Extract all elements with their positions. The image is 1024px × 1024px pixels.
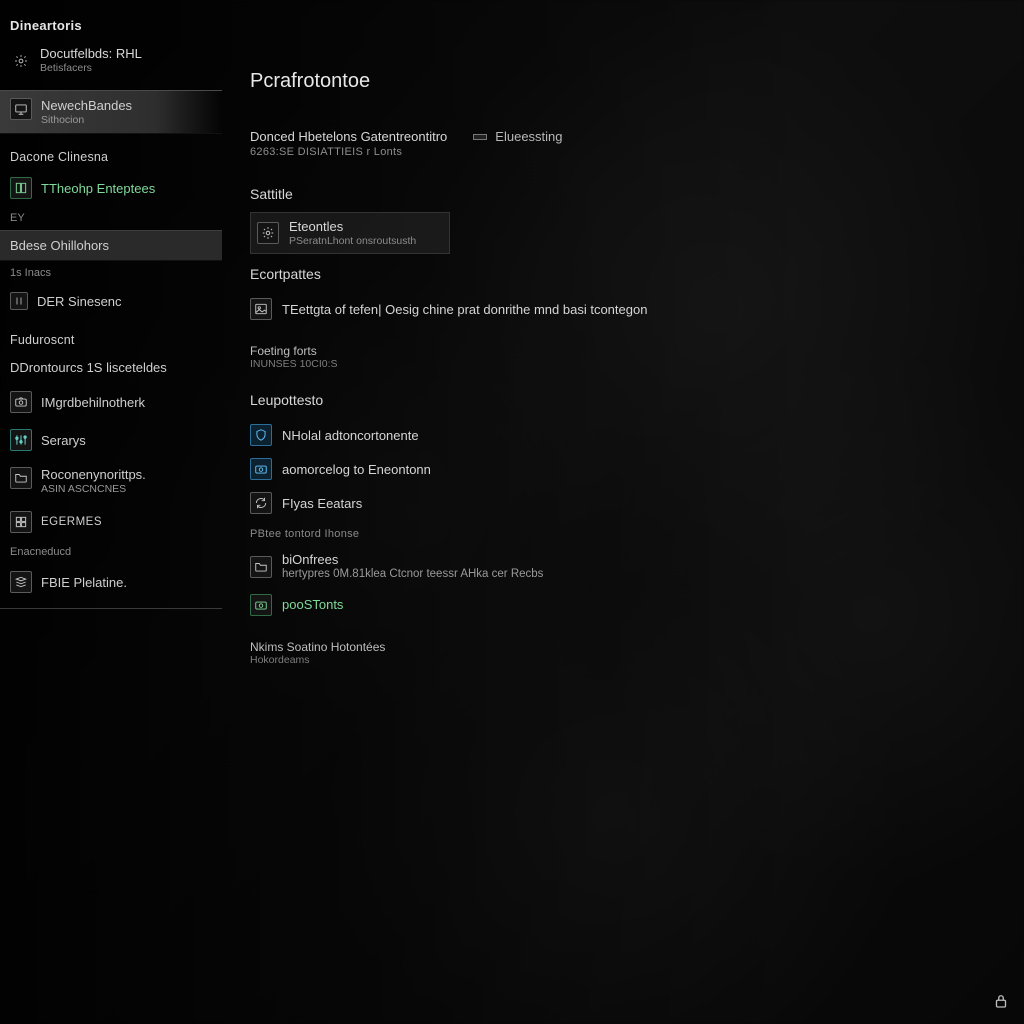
- tile-label: Eteontles: [289, 219, 416, 235]
- sidebar-item-fbie[interactable]: FBIE Plelatine.: [0, 564, 222, 600]
- sliders-icon: [10, 429, 32, 451]
- section-foetingforts: Foeting forts: [250, 344, 984, 358]
- profile-name: Docutfelbds: RHL: [40, 47, 142, 62]
- sidebar-item-label: Serarys: [41, 433, 86, 448]
- camera-icon: [250, 458, 272, 480]
- sidebar-minor-ey: EY: [0, 208, 222, 228]
- sidebar-item-active[interactable]: NewechBandes Sithocion: [0, 90, 222, 134]
- link-ecort[interactable]: TEettgta of tefen| Oesig chine prat donr…: [250, 292, 984, 326]
- folder-line[interactable]: biOnfrees hertypres 0M.81klea Ctcnor tee…: [250, 546, 984, 587]
- sidebar-item-label: TTheohp Enteptees: [41, 181, 155, 196]
- stack-icon: [10, 571, 32, 593]
- link-label: aomorcelog to Eneontonn: [282, 462, 431, 477]
- sidebar-item-sub: ASIN ASCNCNES: [41, 483, 146, 496]
- section-ecortpattes: Ecortpattes: [250, 266, 984, 282]
- camera-icon: [250, 594, 272, 616]
- hero-sub: 6263:SE DISIATTIEIS r Lonts: [250, 146, 447, 158]
- folder-icon: [250, 556, 272, 578]
- profile-sub: Betisfacers: [40, 62, 142, 74]
- link-poostonts[interactable]: pooSTonts: [250, 588, 984, 622]
- display-icon: [10, 98, 32, 120]
- app-title: Dineartoris: [0, 8, 222, 39]
- sidebar-divider: [0, 608, 222, 609]
- section-nkims: Nkims Soatino Hotontées: [250, 640, 984, 654]
- folder-icon: [10, 467, 32, 489]
- sidebar-item-der[interactable]: DER Sinesenc: [0, 285, 222, 317]
- folder-sub: hertypres 0M.81klea Ctcnor teessr AHka c…: [282, 568, 543, 582]
- grid-icon: [10, 511, 32, 533]
- main-content: Pcrafrotontoe Donced Hbetelons Gatentreo…: [222, 0, 1024, 1024]
- sidebar-item-dontout[interactable]: DDrontourcs 1S lisceteldes: [0, 353, 222, 382]
- slider-label: Elueessting: [495, 129, 562, 144]
- sidebar-minor-enacned: Enacneducd: [0, 542, 222, 562]
- link-label: TEettgta of tefen| Oesig chine prat donr…: [282, 302, 647, 317]
- camera-icon: [10, 391, 32, 413]
- gear-icon: [10, 50, 32, 72]
- hero-title: Donced Hbetelons Gatentreontitro: [250, 129, 447, 144]
- sidebar-item-bdese[interactable]: Bdese Ohillohors: [0, 230, 222, 261]
- section-leupottesto: Leupottesto: [250, 392, 984, 408]
- tile-sub: PSeratnLhont onsroutsusth: [289, 235, 416, 248]
- sidebar-section-dacone: Dacone Clinesna: [0, 136, 222, 168]
- book-icon: [10, 177, 32, 199]
- tile-etontles[interactable]: Eteontles PSeratnLhont onsroutsusth: [250, 212, 450, 254]
- sidebar-minor-inacs: 1s Inacs: [0, 263, 222, 283]
- sidebar-item-egermes[interactable]: EGERMES: [0, 504, 222, 540]
- folder-title: biOnfrees: [282, 552, 543, 568]
- sidebar-item-label: IMgrdbehilnotherk: [41, 395, 145, 410]
- profile-block[interactable]: Docutfelbds: RHL Betisfacers: [0, 41, 222, 88]
- shield-icon: [250, 424, 272, 446]
- brightness-slider[interactable]: Elueessting: [473, 129, 562, 144]
- link-label: pooSTonts: [282, 597, 343, 612]
- section-nkims-sub: Hokordeams: [250, 654, 984, 666]
- sidebar-item-mgrdbeh[interactable]: IMgrdbehilnotherk: [0, 384, 222, 420]
- sidebar-item-serarys[interactable]: Serarys: [0, 422, 222, 458]
- link-aomorcelog[interactable]: aomorcelog to Eneontonn: [250, 452, 984, 486]
- lock-icon: [992, 992, 1010, 1010]
- sidebar-item-label: DER Sinesenc: [37, 294, 122, 309]
- sidebar-item-label: NewechBandes: [41, 98, 132, 114]
- pause-icon: [10, 292, 28, 310]
- slider-track-icon: [473, 134, 487, 140]
- sidebar-item-label: Bdese Ohillohors: [10, 238, 109, 253]
- link-nholal[interactable]: NHolal adtoncortonente: [250, 418, 984, 452]
- image-icon: [250, 298, 272, 320]
- refresh-icon: [250, 492, 272, 514]
- sidebar-item-roconer[interactable]: Roconenynorittps. ASIN ASCNCNES: [0, 460, 222, 502]
- sidebar-item-label: EGERMES: [41, 516, 102, 528]
- page-title: Pcrafrotontoe: [250, 70, 984, 93]
- subhead-pb: PBtee tontord Ihonse: [250, 528, 984, 540]
- hero-block: Donced Hbetelons Gatentreontitro 6263:SE…: [250, 129, 447, 158]
- sidebar-section-fud: Fuduroscnt: [0, 319, 222, 351]
- link-label: FIyas Eeatars: [282, 496, 362, 511]
- section-foetingforts-sub: INUNSES 10CI0:S: [250, 358, 984, 370]
- sidebar-item-label: DDrontourcs 1S lisceteldes: [10, 360, 167, 375]
- sidebar-item-theop[interactable]: TTheohp Enteptees: [0, 170, 222, 206]
- sidebar-item-sub: Sithocion: [41, 114, 132, 127]
- link-flyas[interactable]: FIyas Eeatars: [250, 486, 984, 520]
- sidebar: Dineartoris Docutfelbds: RHL Betisfacers…: [0, 0, 222, 1024]
- link-label: NHolal adtoncortonente: [282, 428, 419, 443]
- sidebar-item-label: Roconenynorittps.: [41, 467, 146, 483]
- section-sattitle: Sattitle: [250, 186, 984, 202]
- sidebar-item-label: FBIE Plelatine.: [41, 575, 127, 590]
- gear-icon: [257, 222, 279, 244]
